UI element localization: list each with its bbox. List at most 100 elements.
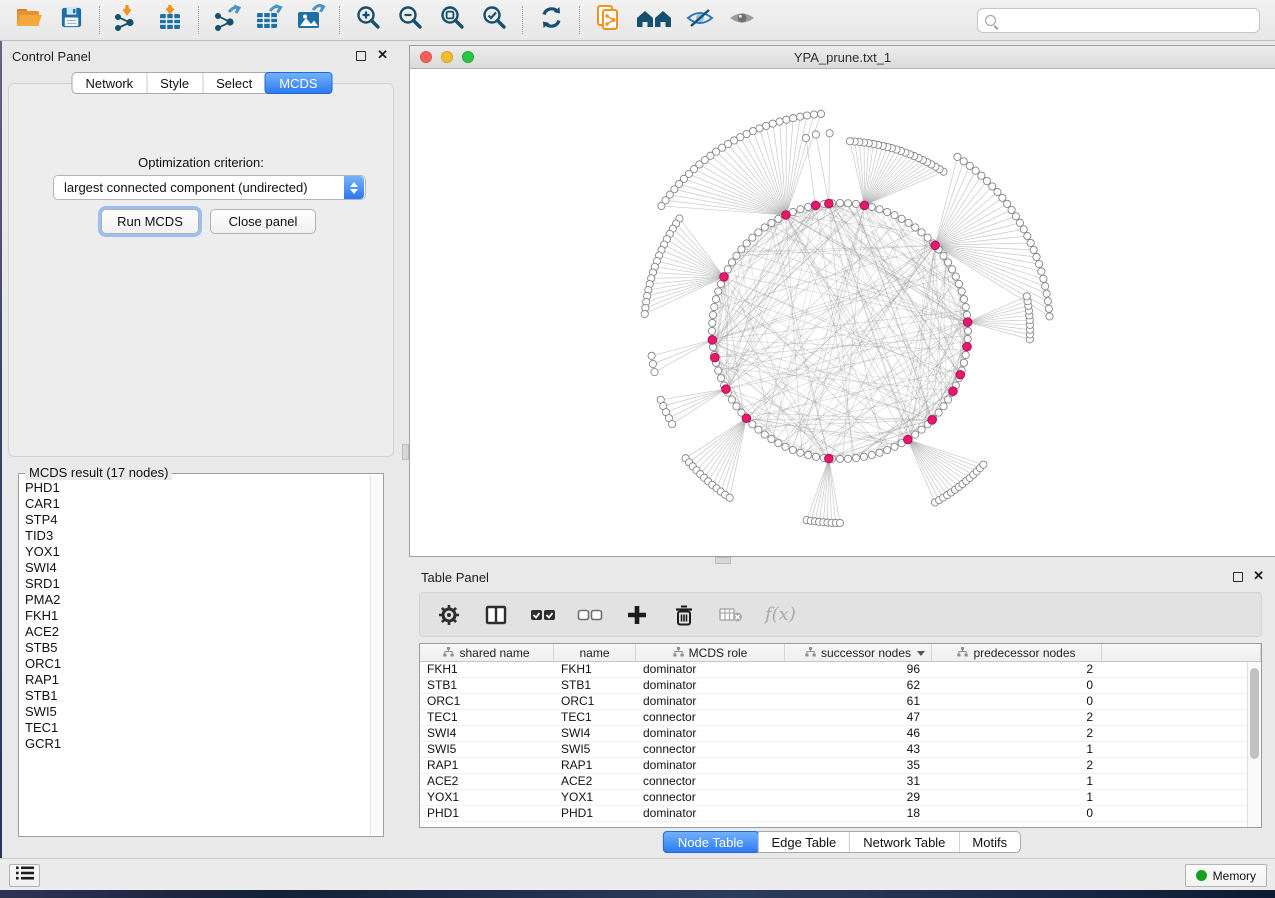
column-header-successor-nodes[interactable]: successor nodes [785,644,932,661]
mcds-result-item[interactable]: TID3 [25,528,370,544]
table-row[interactable]: PHD1PHD1dominator180 [420,806,1261,822]
mcds-result-item[interactable]: FKH1 [25,608,370,624]
delete-column-trash-icon[interactable] [671,602,697,628]
tab-style[interactable]: Style [146,73,202,93]
deselect-all-rows-icon[interactable] [577,602,603,628]
save-session-button[interactable] [54,4,88,36]
mcds-result-item[interactable]: STB5 [25,640,370,656]
mcds-result-item[interactable]: PHD1 [25,480,370,496]
import-table-button[interactable] [153,4,187,36]
splitter-grip[interactable] [402,444,409,460]
search-icon [985,15,996,26]
column-header-predecessor-nodes[interactable]: predecessor nodes [932,644,1102,661]
criterion-dropdown[interactable]: largest connected component (undirected) [53,175,366,200]
select-all-rows-icon[interactable] [530,602,556,628]
column-header-MCDS-role[interactable]: MCDS role [636,644,785,661]
clone-network-button[interactable] [591,4,625,36]
table-row[interactable]: TEC1TEC1connector472 [420,710,1261,726]
close-panel-button[interactable]: Close panel [210,209,316,234]
table-scrollbar-thumb[interactable] [1250,668,1259,759]
mcds-result-item[interactable]: TEC1 [25,720,370,736]
export-network-button[interactable] [210,4,244,36]
create-column-plus-icon[interactable] [624,602,650,628]
first-neighbors-button[interactable] [633,4,675,36]
tab-mcds[interactable]: MCDS [264,72,332,94]
table-row[interactable]: SWI5SWI5connector431 [420,742,1261,758]
table-row[interactable]: STB1STB1dominator620 [420,678,1261,694]
table-settings-gear-icon[interactable] [436,602,462,628]
table-scrollbar[interactable] [1247,662,1261,827]
table-row[interactable]: ACE2ACE2connector311 [420,774,1261,790]
horizontal-splitter[interactable] [409,557,1275,565]
task-history-button[interactable] [9,864,40,887]
refresh-icon [538,4,565,36]
open-folder-icon [15,6,43,35]
run-mcds-button[interactable]: Run MCDS [101,209,199,234]
mcds-result-item[interactable]: PMA2 [25,592,370,608]
export-table-button[interactable] [252,4,286,36]
node-table[interactable]: shared namenameMCDS rolesuccessor nodesp… [419,643,1262,828]
mcds-result-item[interactable]: CAR1 [25,496,370,512]
hide-selected-button[interactable] [683,4,717,36]
tab-select[interactable]: Select [202,73,265,93]
close-table-panel-icon[interactable]: ✕ [1253,571,1264,581]
table-row[interactable]: ORC1ORC1dominator610 [420,694,1261,710]
mcds-result-item[interactable]: RAP1 [25,672,370,688]
mcds-result-item[interactable]: ORC1 [25,656,370,672]
shared-column-icon [673,646,684,660]
mcds-result-item[interactable]: STB1 [25,688,370,704]
mcds-result-item[interactable]: GCR1 [25,736,370,752]
shared-column-icon [957,646,968,660]
open-session-button[interactable] [12,4,46,36]
table-tab-node-table[interactable]: Node Table [663,831,759,853]
table-tab-edge-table[interactable]: Edge Table [757,832,849,852]
import-network-button[interactable] [111,4,145,36]
show-all-button[interactable] [725,4,759,36]
search-box[interactable] [977,8,1260,33]
close-panel-icon[interactable]: ✕ [377,50,388,60]
table-panel-title: Table Panel [421,570,489,585]
table-toolbar: f(x) [419,592,1262,637]
float-table-panel-icon[interactable] [1233,572,1243,582]
export-image-button[interactable] [294,4,328,36]
mcds-result-list[interactable]: PHD1CAR1STP4TID3YOX1SWI4SRD1PMA2FKH1ACE2… [19,476,370,835]
float-panel-icon[interactable] [356,51,366,61]
mcds-result-item[interactable]: ACE2 [25,624,370,640]
network-window-titlebar[interactable]: YPA_prune.txt_1 [410,46,1275,69]
vertical-splitter[interactable] [402,41,409,858]
mcds-result-item[interactable]: YOX1 [25,544,370,560]
mcds-result-item[interactable]: SRD1 [25,576,370,592]
table-row[interactable]: YOX1YOX1connector291 [420,790,1261,806]
column-header-shared-name[interactable]: shared name [420,644,554,661]
splitter-grip[interactable] [715,557,731,564]
zoom-fit-button[interactable] [435,4,469,36]
zoom-selected-button[interactable] [477,4,511,36]
toolbar-separator [198,6,199,34]
mcds-result-item[interactable]: SWI5 [25,704,370,720]
table-row[interactable]: FKH1FKH1dominator962 [420,662,1261,678]
show-columns-icon[interactable] [483,602,509,628]
memory-button[interactable]: Memory [1185,864,1267,887]
table-row[interactable]: SWI4SWI4dominator462 [420,726,1261,742]
apply-layout-button[interactable] [534,4,568,36]
network-canvas[interactable] [410,69,1275,556]
table-row[interactable]: RAP1RAP1dominator352 [420,758,1261,774]
sort-desc-icon[interactable] [917,651,925,656]
table-tab-network-table[interactable]: Network Table [849,832,958,852]
eye-icon [727,5,757,36]
search-input[interactable] [996,11,1259,31]
workspace: Control Panel ✕ NetworkStyleSelectMCDS O… [0,41,1275,858]
column-header-name[interactable]: name [554,644,636,661]
mcds-list-scrollbar[interactable] [370,475,383,835]
mcds-result-item[interactable]: SWI4 [25,560,370,576]
main-toolbar [0,0,1275,41]
delete-table-icon-disabled [718,602,744,628]
table-tab-motifs[interactable]: Motifs [958,832,1020,852]
zoom-in-button[interactable] [351,4,385,36]
status-bar: Memory [0,858,1275,890]
mcds-result-item[interactable]: STP4 [25,512,370,528]
tab-network[interactable]: Network [72,73,146,93]
mcds-result-groupbox: MCDS result (17 nodes) PHD1CAR1STP4TID3Y… [18,473,384,837]
memory-status-icon [1196,870,1207,881]
zoom-out-button[interactable] [393,4,427,36]
